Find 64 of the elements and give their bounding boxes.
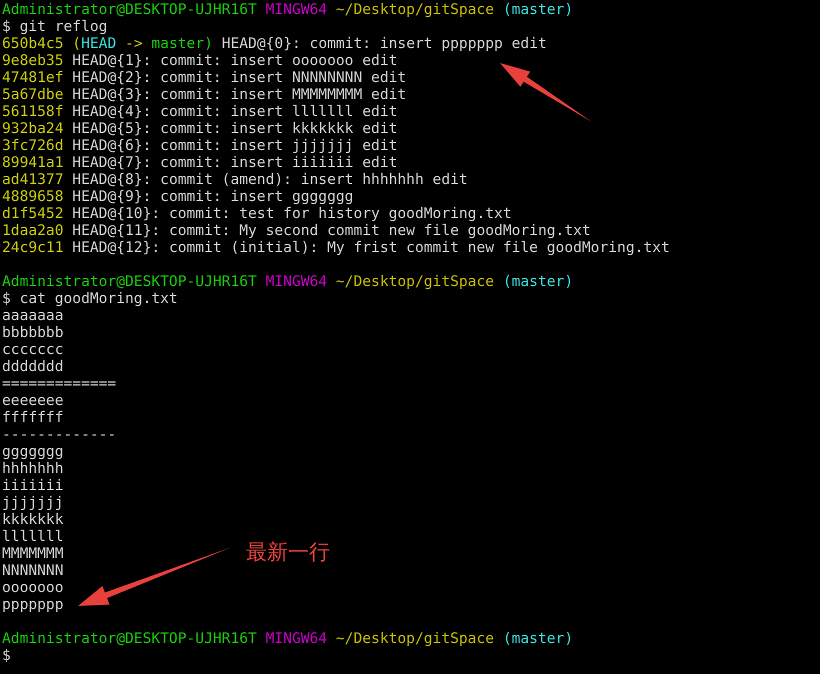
prompt-path: ~/Desktop/gitSpace	[336, 273, 494, 290]
output-line: ooooooo	[2, 579, 64, 596]
commit-hash: 9e8eb35	[2, 52, 64, 69]
prompt-branch: (master)	[502, 630, 574, 647]
reflog-entry: HEAD@{10}: commit: test for history goodMoring.txt	[72, 205, 512, 222]
ref-decoration: ->	[125, 35, 143, 52]
output-line: lllllll	[2, 528, 64, 545]
commit-hash: 5a67dbe	[2, 86, 64, 103]
prompt-path: ~/Desktop/gitSpace	[336, 1, 494, 18]
commit-hash: d1f5452	[2, 205, 64, 222]
reflog-entry: HEAD@{4}: commit: insert lllllll edit	[72, 103, 398, 120]
commit-hash: 1daa2a0	[2, 222, 64, 239]
prompt-branch: (master)	[502, 273, 574, 290]
commit-hash: 3fc726d	[2, 137, 64, 154]
output-line: iiiiiii	[2, 477, 64, 494]
output-line: NNNNNNN	[2, 562, 64, 579]
output-line: ddddddd	[2, 358, 64, 375]
prompt-system: MINGW64	[266, 1, 328, 18]
output-line: -------------	[2, 426, 116, 443]
annotation-label: 最新一行	[246, 539, 330, 565]
output-line: hhhhhhh	[2, 460, 64, 477]
prompt-user-host: Administrator@DESKTOP-UJHR16T	[2, 273, 257, 290]
output-line: MMMMMMM	[2, 545, 64, 562]
output-line: kkkkkkk	[2, 511, 64, 528]
ref-decoration: master)	[151, 35, 213, 52]
commit-hash: 89941a1	[2, 154, 64, 171]
output-line: ggggggg	[2, 443, 64, 460]
ref-decoration: (	[72, 35, 82, 52]
commit-hash: 650b4c5	[2, 35, 64, 52]
prompt-branch: (master)	[502, 1, 574, 18]
reflog-entry: HEAD@{8}: commit (amend): insert hhhhhhh edit	[72, 171, 468, 188]
commit-hash: 47481ef	[2, 69, 64, 86]
prompt-system: MINGW64	[266, 273, 328, 290]
reflog-entry: HEAD@{1}: commit: insert ooooooo edit	[72, 52, 398, 69]
output-line: fffffff	[2, 409, 64, 426]
commit-hash: 24c9c11	[2, 239, 64, 256]
reflog-entry: HEAD@{12}: commit (initial): My frist commit new file goodMoring.txt	[72, 239, 670, 256]
reflog-entry: HEAD@{9}: commit: insert ggggggg	[72, 188, 354, 205]
prompt-system: MINGW64	[266, 630, 328, 647]
reflog-entry: HEAD@{3}: commit: insert MMMMMMMM edit	[72, 86, 406, 103]
reflog-entry: HEAD@{2}: commit: insert NNNNNNNN edit	[72, 69, 406, 86]
commit-hash: 4889658	[2, 188, 64, 205]
prompt-path: ~/Desktop/gitSpace	[336, 630, 494, 647]
output-line: aaaaaaa	[2, 307, 64, 324]
prompt-user-host: Administrator@DESKTOP-UJHR16T	[2, 1, 257, 18]
reflog-entry: HEAD@{5}: commit: insert kkkkkkk edit	[72, 120, 398, 137]
command-line: $ cat goodMoring.txt	[2, 290, 178, 307]
command-line: $	[2, 647, 11, 664]
output-line: bbbbbbb	[2, 324, 64, 341]
output-line: =============	[2, 375, 116, 392]
commit-hash: 561158f	[2, 103, 64, 120]
output-line: ccccccc	[2, 341, 64, 358]
output-line: eeeeeee	[2, 392, 64, 409]
commit-hash: 932ba24	[2, 120, 64, 137]
output-line: jjjjjjj	[2, 494, 64, 511]
ref-decoration: HEAD	[81, 35, 116, 52]
prompt-user-host: Administrator@DESKTOP-UJHR16T	[2, 630, 257, 647]
commit-hash: ad41377	[2, 171, 64, 188]
reflog-entry: HEAD@{0}: commit: insert ppppppp edit	[222, 35, 547, 52]
command-line: $ git reflog	[2, 18, 108, 35]
reflog-entry: HEAD@{6}: commit: insert jjjjjjj edit	[72, 137, 398, 154]
reflog-entry: HEAD@{11}: commit: My second commit new file goodMoring.txt	[72, 222, 591, 239]
reflog-entry: HEAD@{7}: commit: insert iiiiiii edit	[72, 154, 398, 171]
output-line: ppppppp	[2, 596, 64, 613]
